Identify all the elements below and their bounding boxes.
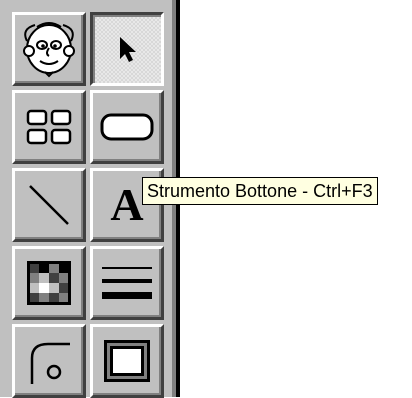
grid-boxes-icon <box>26 109 72 145</box>
arc-circle-icon <box>30 342 70 384</box>
line-tool[interactable] <box>12 168 86 242</box>
pointer-arrow-icon <box>120 37 136 62</box>
line-style-tool[interactable] <box>90 246 164 320</box>
arc-shape-tool[interactable] <box>12 324 86 398</box>
macro-character-tool[interactable] <box>12 12 86 86</box>
button-tool[interactable] <box>90 90 164 164</box>
color-palette-grid-icon <box>27 261 71 305</box>
tooltip: Strumento Bottone - Ctrl+F3 <box>142 177 378 205</box>
color-tool[interactable] <box>12 246 86 320</box>
grid-object-tool[interactable] <box>12 90 86 164</box>
rounded-rectangle-icon <box>100 113 154 141</box>
frame-tool[interactable] <box>90 324 164 398</box>
line-thickness-icon <box>102 267 152 299</box>
selection-tool[interactable] <box>90 12 164 86</box>
letter-a-icon: A <box>110 179 144 230</box>
cartoon-face-icon <box>23 22 75 78</box>
beveled-frame-icon <box>104 340 150 382</box>
diagonal-line-icon <box>29 185 69 225</box>
